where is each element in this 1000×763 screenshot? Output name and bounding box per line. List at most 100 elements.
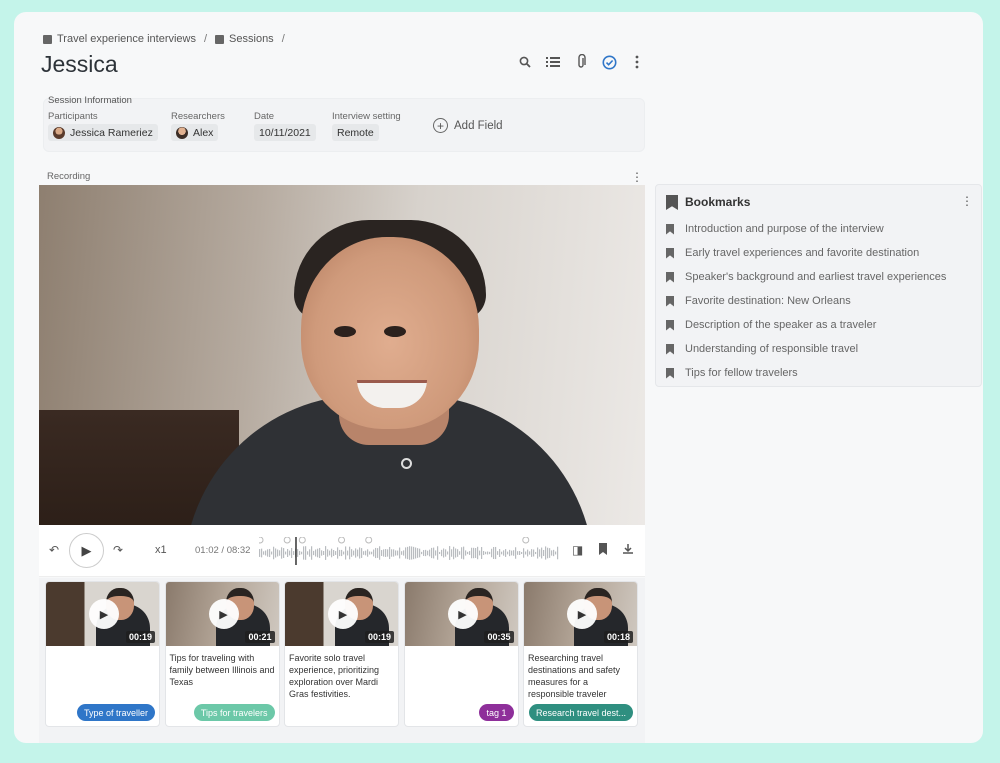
waveform-bar	[401, 551, 403, 555]
volume-icon[interactable]: ◨	[572, 543, 583, 557]
participant-chip[interactable]: Jessica Rameriez	[48, 124, 158, 141]
waveform-bar	[451, 549, 453, 557]
play-icon[interactable]: ▶	[447, 599, 478, 629]
waveform-bar	[379, 546, 381, 560]
clip-card[interactable]: ▶ 00:19 Favorite solo travel experience, p…	[284, 581, 399, 727]
waveform-bar	[541, 547, 543, 559]
waveform-bar	[497, 551, 499, 555]
clip-thumbnail[interactable]: ▶ 00:19	[46, 582, 159, 646]
project-icon	[43, 34, 52, 44]
waveform-scrubber[interactable]	[259, 537, 561, 565]
search-icon[interactable]	[517, 54, 533, 70]
waveform-bar	[529, 551, 531, 555]
waveform-bar	[553, 549, 555, 557]
playback-speed[interactable]: x1	[155, 544, 167, 556]
waveform-bar	[311, 546, 313, 560]
clip-tag[interactable]: Type of traveller	[76, 704, 155, 721]
check-circle-icon[interactable]	[601, 54, 617, 70]
waveform-bar	[309, 549, 311, 557]
clip-card[interactable]: ▶ 00:18 Researching travel destinations an…	[523, 581, 638, 727]
waveform-bar	[457, 549, 459, 557]
clip-duration: 00:19	[364, 631, 394, 643]
clip-thumbnail[interactable]: ▶ 00:19	[285, 582, 398, 646]
bookmark-item[interactable]: Tips for fellow travelers	[666, 367, 798, 379]
bookmarks-menu-icon[interactable]: ⋮	[961, 194, 973, 208]
bookmark-marker	[259, 537, 264, 544]
waveform-bar	[513, 550, 515, 556]
bookmark-label: Early travel experiences and favorite de…	[685, 247, 920, 259]
waveform-bar	[339, 549, 341, 557]
video-player[interactable]	[39, 185, 645, 525]
forward-icon[interactable]: ↷	[113, 543, 123, 557]
waveform-bar	[517, 551, 519, 555]
clip-thumbnail[interactable]: ▶ 00:18	[524, 582, 637, 646]
bookmark-label: Favorite destination: New Orleans	[685, 295, 851, 307]
setting-chip[interactable]: Remote	[332, 124, 379, 141]
waveform-bar	[343, 551, 345, 555]
waveform-bar	[329, 550, 331, 556]
clip-card[interactable]: ▶ 00:35 tag 1	[403, 581, 519, 727]
waveform-bar	[277, 549, 279, 557]
clip-thumbnail[interactable]: ▶ 00:21	[165, 582, 279, 646]
date-chip[interactable]: 10/11/2021	[254, 124, 316, 141]
waveform-bar	[523, 548, 525, 558]
bookmark-icon	[666, 223, 674, 235]
waveform-bar	[317, 548, 319, 558]
waveform-bar	[325, 546, 327, 560]
play-icon[interactable]: ▶	[208, 599, 239, 629]
clip-tag[interactable]: Tips for travelers	[193, 704, 275, 721]
waveform-bar	[365, 550, 367, 556]
bookmark-item[interactable]: Description of the speaker as a traveler	[666, 319, 876, 331]
waveform-bar	[315, 549, 317, 557]
waveform-bar	[411, 546, 413, 560]
waveform-bar	[501, 551, 503, 555]
clip-card[interactable]: ▶ 00:21 Tips for traveling with family bet…	[164, 581, 280, 727]
bookmark-item[interactable]: Favorite destination: New Orleans	[666, 295, 851, 307]
add-bookmark-icon[interactable]	[598, 543, 608, 558]
waveform-bar	[465, 550, 467, 556]
bookmark-item[interactable]: Early travel experiences and favorite de…	[666, 247, 919, 259]
waveform-bar	[349, 546, 351, 560]
bookmark-item[interactable]: Speaker's background and earliest travel…	[666, 271, 946, 283]
play-icon[interactable]: ▶	[89, 599, 119, 629]
waveform-bar	[471, 547, 473, 559]
bookmark-item[interactable]: Introduction and purpose of the intervie…	[666, 223, 884, 235]
waveform-bar	[481, 547, 483, 559]
waveform-bar	[359, 547, 361, 559]
plus-circle-icon: +	[433, 118, 448, 133]
list-icon[interactable]	[545, 54, 561, 70]
waveform-bar	[493, 547, 495, 559]
waveform-bar	[421, 551, 423, 555]
waveform-bar	[461, 547, 463, 559]
breadcrumb-project[interactable]: Travel experience interviews	[57, 33, 196, 45]
clip-card[interactable]: ▶ 00:19 Type of traveller	[45, 581, 160, 727]
waveform-bar	[299, 550, 301, 556]
bookmark-item[interactable]: Understanding of responsible travel	[666, 343, 858, 355]
waveform-bar	[495, 546, 497, 560]
session-info-title: Session Information	[48, 95, 132, 106]
recording-label: Recording	[47, 171, 91, 182]
waveform-bar	[555, 551, 557, 555]
clip-tag[interactable]: tag 1	[479, 704, 514, 721]
play-icon[interactable]: ▶	[567, 599, 597, 629]
clip-thumbnail[interactable]: ▶ 00:35	[404, 582, 518, 646]
play-button[interactable]: ▶	[69, 533, 104, 568]
breadcrumb-sessions[interactable]: Sessions	[229, 33, 274, 45]
more-vertical-icon[interactable]	[629, 54, 645, 70]
clip-tag[interactable]: Research travel dest...	[528, 704, 633, 721]
recording-menu-icon[interactable]: ⋮	[631, 170, 643, 184]
waveform-bar	[489, 551, 491, 555]
waveform-bar	[383, 549, 385, 557]
waveform-bar	[357, 549, 359, 557]
play-icon[interactable]: ▶	[328, 599, 358, 629]
waveform-bar	[527, 549, 529, 557]
add-field-button[interactable]: + Add Field	[433, 118, 503, 133]
researcher-chip[interactable]: Alex	[171, 124, 219, 141]
rewind-icon[interactable]: ↶	[49, 543, 59, 557]
avatar	[176, 126, 188, 139]
clip-list: ▶ 00:19 Type of traveller ▶ 00:21 Tips for tr…	[39, 578, 645, 743]
paperclip-icon[interactable]	[573, 54, 589, 70]
download-icon[interactable]	[622, 543, 634, 558]
waveform-bar	[431, 547, 433, 559]
waveform-bar	[403, 550, 405, 556]
